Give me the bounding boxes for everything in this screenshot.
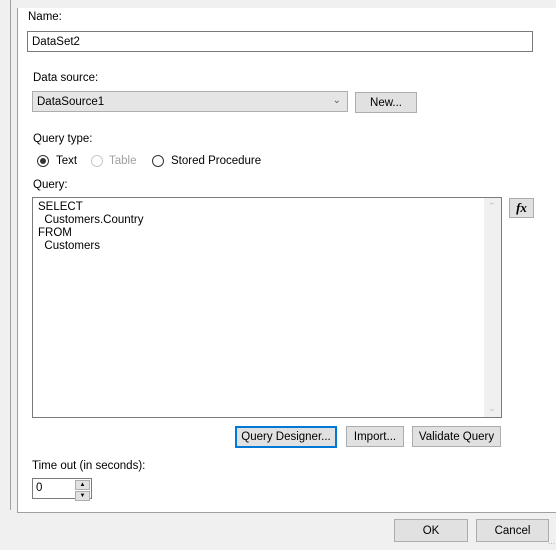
validate-query-button[interactable]: Validate Query [412,426,501,447]
spin-up-icon[interactable]: ▲ [75,480,90,490]
query-designer-button[interactable]: Query Designer... [235,426,337,448]
data-source-label: Data source: [33,72,99,84]
radio-checked-icon [37,155,49,167]
radio-table[interactable]: Table [91,155,151,169]
radio-unchecked-icon [152,155,164,167]
timeout-spinner[interactable]: 0 ▲ ▼ [32,478,92,501]
query-text: SELECT Customers.Country FROM Customers [38,201,144,252]
query-scrollbar[interactable]: ⌃ ⌄ [484,198,501,417]
radio-stored-procedure[interactable]: Stored Procedure [152,155,272,169]
radio-text-label: Text [56,155,78,167]
import-button[interactable]: Import... [346,426,404,447]
new-data-source-button[interactable]: New... [355,92,417,113]
top-band [18,0,556,8]
function-icon: fx [516,200,527,215]
name-input[interactable]: DataSet2 [27,31,533,52]
chevron-down-icon: ⌄ [332,95,341,106]
ok-button[interactable]: OK [394,519,468,542]
query-label: Query: [33,179,68,191]
timeout-label: Time out (in seconds): [32,460,146,472]
radio-table-label: Table [109,155,137,167]
query-textarea[interactable]: SELECT Customers.Country FROM Customers … [32,197,502,418]
data-source-selected: DataSource1 [37,95,105,108]
name-input-value: DataSet2 [32,35,80,48]
timeout-value: 0 [36,482,43,494]
cancel-button[interactable]: Cancel [476,519,549,542]
query-type-label: Query type: [33,133,93,145]
left-navigation-strip [0,0,11,510]
scroll-down-icon[interactable]: ⌄ [488,403,496,414]
radio-unchecked-icon [91,155,103,167]
name-label: Name: [28,11,62,23]
expression-button[interactable]: fx [509,198,534,218]
scroll-up-icon[interactable]: ⌃ [488,201,496,212]
data-source-dropdown[interactable]: DataSource1 ⌄ [32,91,348,112]
radio-stored-procedure-label: Stored Procedure [171,155,262,167]
resize-grip-icon[interactable]: ⋯ [548,540,556,548]
spin-down-icon[interactable]: ▼ [75,491,90,501]
